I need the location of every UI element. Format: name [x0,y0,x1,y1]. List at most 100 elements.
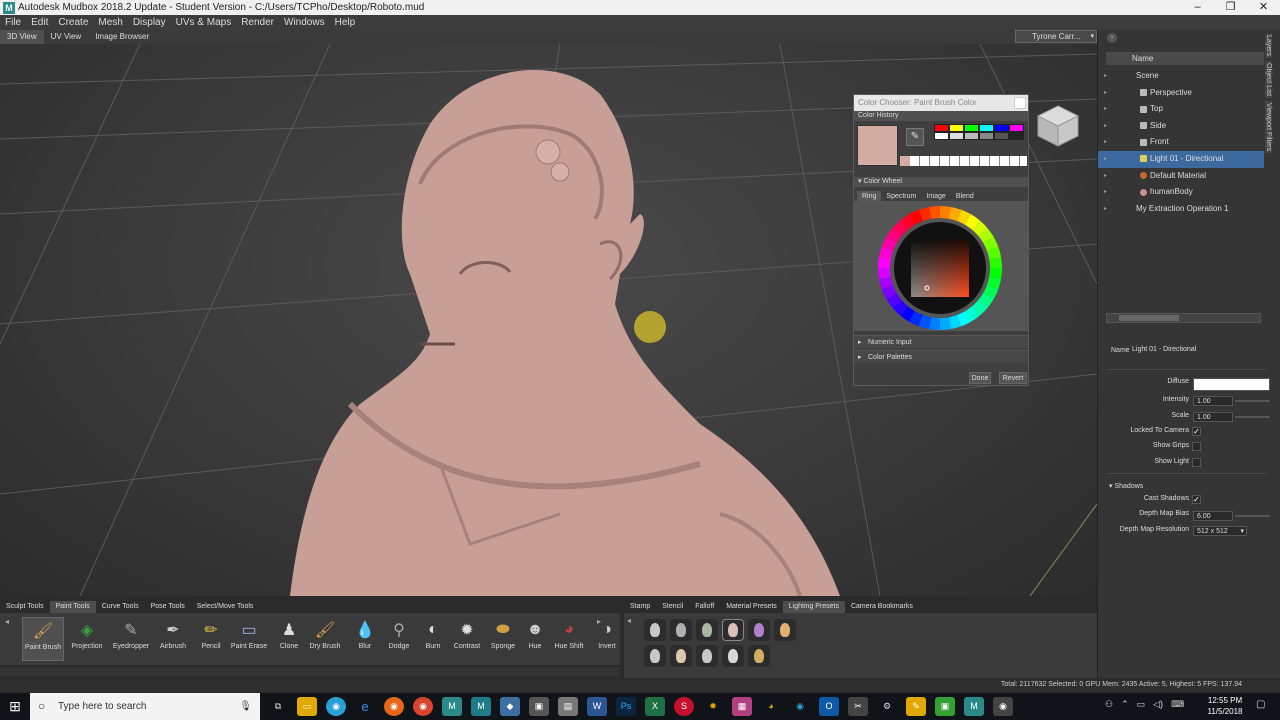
menu-create[interactable]: Create [53,17,93,28]
cast-shadows-checkbox[interactable]: ✓ [1192,495,1201,504]
lighting-preset-thumbnail[interactable] [722,619,744,641]
outliner-item[interactable]: ▸ Front [1098,134,1264,151]
lighting-preset-thumbnail[interactable] [774,619,796,641]
history-swatch[interactable] [934,124,949,132]
tool-dry-brush[interactable]: 🖌 Dry Brush [304,617,346,661]
color-history-recent-swatch[interactable] [900,156,910,166]
tab-object-list[interactable]: Object List [1265,61,1272,99]
depth-map-bias-field[interactable]: 6.00 [1193,511,1233,521]
tool-eyedropper[interactable]: ✎ Eyedropper [110,617,152,661]
done-button[interactable]: Done [969,372,991,384]
app-icon[interactable]: ◆ [500,697,520,716]
tab-camera-bookmarks[interactable]: Camera Bookmarks [845,601,919,613]
word-icon[interactable]: W [587,697,607,716]
panel-collapse-icon[interactable]: › [1107,33,1117,43]
expand-arrow-icon[interactable]: ▸ [1104,68,1107,84]
tool-invert[interactable]: ◑ Invert [586,617,628,661]
scale-field[interactable]: 1.00 [1193,412,1233,422]
green-app-icon[interactable]: ▣ [935,697,955,716]
color-palettes-section[interactable]: Color Palettes [854,350,1028,364]
history-swatch[interactable] [949,124,964,132]
lighting-preset-thumbnail[interactable] [748,619,770,641]
sticky-icon[interactable]: ✎ [906,697,926,716]
history-swatch[interactable] [964,124,979,132]
tab-3d-view[interactable]: 3D View [0,30,44,44]
current-color-swatch[interactable] [857,125,898,166]
tab-layers[interactable]: Layers [1265,33,1272,59]
user-account-dropdown[interactable]: Tyrone Carr... ▾ [1015,30,1097,43]
tab-uv-view[interactable]: UV View [44,30,89,44]
locked-to-camera-checkbox[interactable]: ✓ [1192,427,1201,436]
history-swatch[interactable] [994,124,1009,132]
excel-icon[interactable]: X [645,697,665,716]
tab-paint-tools[interactable]: Paint Tools [49,601,96,613]
tab-falloff[interactable]: Falloff [689,601,720,613]
viewcube-icon[interactable] [1036,104,1080,148]
tab-stamp[interactable]: Stamp [624,601,656,613]
expand-arrow-icon[interactable]: ▸ [1104,151,1107,167]
expand-arrow-icon[interactable]: ▸ [1104,101,1107,117]
mudbox-active-icon[interactable]: M [964,697,984,716]
red-app-icon[interactable]: S [674,697,694,716]
outliner-item[interactable]: ▸ Perspective [1098,85,1264,102]
outliner-item[interactable]: ▸ Light 01 - Directional [1098,150,1264,168]
shadows-section[interactable]: ▾ Shadows [1109,482,1143,490]
obs-icon[interactable]: ◉ [993,697,1013,716]
task-view-icon[interactable]: ⧉ [268,697,288,716]
store-icon[interactable]: ▣ [529,697,549,716]
eyedropper-icon[interactable]: ✎ [906,128,924,146]
tab-select-move-tools[interactable]: Select/Move Tools [191,601,260,613]
color-wheel-header[interactable]: ▾ Color Wheel [854,177,1028,187]
taskbar-clock[interactable]: 12:55 PM 11/5/2018 [1200,695,1250,717]
tool-tray-scrollbar[interactable] [0,667,620,676]
lighting-preset-thumbnail[interactable] [696,619,718,641]
expand-arrow-icon[interactable]: ▸ [1104,118,1107,134]
tool-pencil[interactable]: ✏ Pencil [190,617,232,661]
menu-render[interactable]: Render [236,17,279,28]
lighting-preset-thumbnail[interactable] [748,645,770,667]
history-swatch[interactable] [979,124,994,132]
snipping-tool-icon[interactable]: ✂ [848,697,868,716]
taskbar-search-box[interactable]: ○ Type here to search 🎙 [30,693,260,720]
history-swatch[interactable] [949,132,964,140]
name-field[interactable]: Light 01 - Directional [1129,345,1267,355]
windows-start-icon[interactable]: ⊞ [0,693,30,720]
history-swatch[interactable] [994,132,1009,140]
scrollbar-thumb[interactable] [1119,315,1179,321]
scale-slider[interactable] [1235,416,1270,418]
chrome-icon[interactable]: ◉ [413,697,433,716]
chrome-colored-icon[interactable]: ◉ [326,697,346,716]
history-swatch[interactable] [934,132,949,140]
history-swatch[interactable] [964,132,979,140]
expand-arrow-icon[interactable]: ▸ [1104,184,1107,200]
expand-arrow-icon[interactable]: ▸ [1104,134,1107,150]
menu-mesh[interactable]: Mesh [93,17,127,28]
menu-file[interactable]: File [0,17,26,28]
intensity-field[interactable]: 1.00 [1193,396,1233,406]
history-swatch[interactable] [1009,124,1024,132]
pink-app-icon[interactable]: ▦ [732,697,752,716]
tool-paint-erase[interactable]: ▭ Paint Erase [228,617,270,661]
mudbox-taskbar-icon[interactable]: M [442,697,462,716]
tool-projection[interactable]: ◈ Projection [66,617,108,661]
tab-lighting-presets[interactable]: Lighting Presets [782,601,845,613]
outliner-item[interactable]: ▸ Scene [1098,68,1264,85]
light-gizmo[interactable] [634,311,666,343]
menu-display[interactable]: Display [128,17,171,28]
tool-scroll-left-icon[interactable]: ◂ [5,617,9,626]
expand-arrow-icon[interactable]: ▸ [1104,168,1107,184]
firefox-icon[interactable]: ◉ [384,697,404,716]
tab-curve-tools[interactable]: Curve Tools [96,601,145,613]
lighting-preset-thumbnail[interactable] [670,645,692,667]
tab-stencil[interactable]: Stencil [656,601,689,613]
revert-button[interactable]: Revert [999,372,1027,384]
outliner-scrollbar[interactable] [1106,313,1261,323]
menu-windows[interactable]: Windows [279,17,330,28]
depth-map-bias-slider[interactable] [1235,515,1270,517]
outliner-item[interactable]: ▸ My Extraction Operation 1 [1098,201,1264,218]
file-explorer-icon[interactable]: ▭ [297,697,317,716]
tray-network-icon[interactable]: ▭ [1137,699,1146,710]
outliner-item[interactable]: ▸ Top [1098,101,1264,118]
photoshop-icon[interactable]: Ps [616,697,636,716]
outliner-item[interactable]: ▸ humanBody [1098,184,1264,201]
